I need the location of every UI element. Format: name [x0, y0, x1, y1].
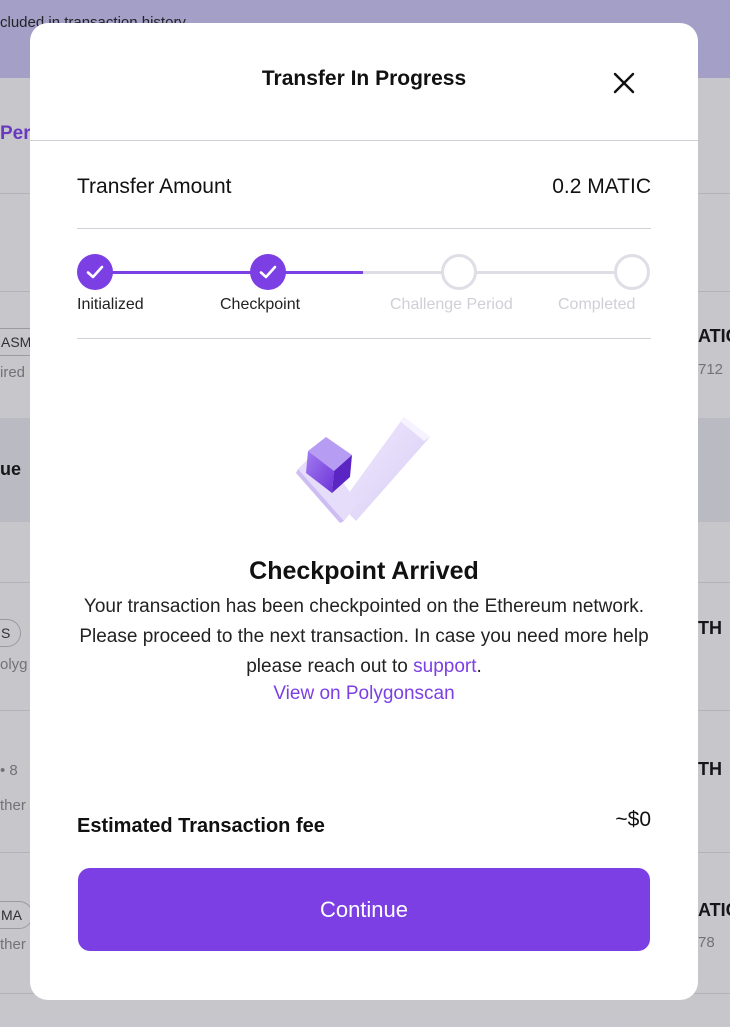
step-label-initialized: Initialized — [77, 296, 144, 313]
status-message: Your transaction has been checkpointed o… — [74, 592, 654, 682]
step-connector-1 — [95, 271, 268, 274]
step-dot-initialized — [77, 254, 113, 290]
continue-button[interactable]: Continue — [78, 868, 650, 951]
status-message-period: . — [476, 656, 482, 677]
status-title: Checkpoint Arrived — [249, 557, 479, 585]
transfer-amount-row: Transfer Amount 0.2 MATIC — [77, 175, 651, 199]
view-on-polygonscan-row: View on Polygonscan — [30, 683, 698, 705]
progress-stepper: Initialized Checkpoint Challenge Period … — [77, 253, 651, 323]
modal-title: Transfer In Progress — [261, 67, 467, 90]
step-label-challenge-period: Challenge Period — [390, 296, 513, 313]
fee-label: Estimated Transaction fee — [77, 815, 325, 837]
close-icon — [613, 72, 635, 94]
support-link[interactable]: support — [413, 656, 476, 677]
step-label-checkpoint: Checkpoint — [220, 296, 301, 313]
modal-header: Transfer In Progress — [30, 23, 698, 141]
close-button[interactable] — [610, 69, 638, 97]
transfer-amount-value: 0.2 MATIC — [552, 175, 651, 198]
divider — [77, 228, 651, 229]
view-on-polygonscan-link[interactable]: View on Polygonscan — [273, 683, 454, 704]
step-dot-challenge-period — [441, 254, 477, 290]
check-icon — [259, 265, 277, 279]
step-connector-3 — [459, 271, 632, 274]
step-dot-checkpoint — [250, 254, 286, 290]
fee-row: Estimated Transaction fee ~$0 — [77, 808, 651, 838]
check-icon — [86, 265, 104, 279]
fee-value: ~$0 — [615, 808, 651, 831]
step-label-completed: Completed — [558, 296, 636, 313]
transfer-amount-label: Transfer Amount — [77, 175, 232, 198]
status-message-text: Your transaction has been checkpointed o… — [79, 596, 649, 677]
checkpoint-check-illustration — [296, 417, 430, 523]
transfer-modal: Transfer In Progress Transfer Amount 0.2… — [30, 23, 698, 1000]
divider — [77, 338, 651, 339]
step-dot-completed — [614, 254, 650, 290]
